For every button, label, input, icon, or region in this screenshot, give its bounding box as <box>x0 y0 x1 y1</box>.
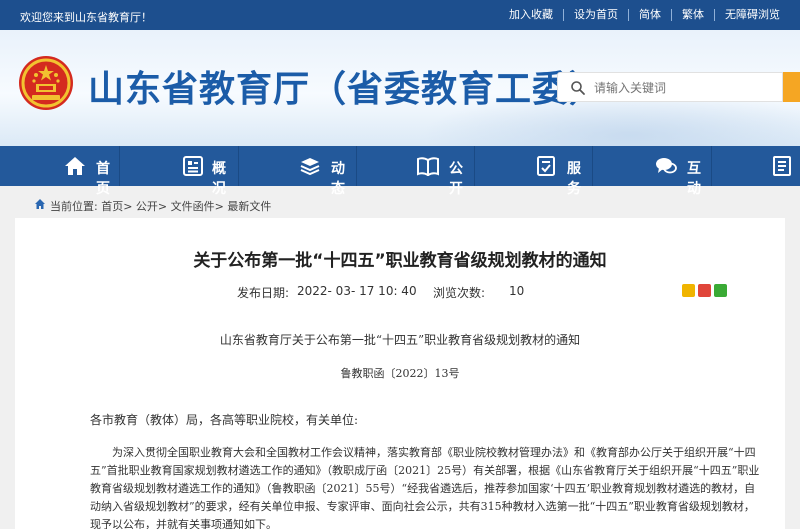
top-links: 加入收藏 设为首页 简体 繁体 无障碍浏览 <box>499 9 790 21</box>
welcome-text: 欢迎您来到山东省教育厅！ <box>20 11 152 24</box>
document-title: 山东省教育厅关于公布第一批“十四五”职业教育省级规划教材的通知 <box>219 333 581 347</box>
home-icon <box>65 157 85 175</box>
publish-date-label: 发布日期: <box>237 286 290 300</box>
nav-item-news[interactable]: 动态 <box>239 146 357 197</box>
traditional-chinese-link[interactable]: 繁体 <box>671 9 714 21</box>
more-icon <box>773 156 791 176</box>
article-title: 关于公布第一批“十四五”职业教育省级规划教材的通知 <box>193 251 607 271</box>
publish-date-value: 2022- 03- 17 10: 40 <box>297 284 417 298</box>
set-homepage-link[interactable]: 设为首页 <box>563 9 628 21</box>
overview-icon <box>183 156 203 176</box>
national-emblem-icon[interactable] <box>18 55 74 111</box>
document-number: 鲁教职函〔2022〕13号 <box>340 367 460 380</box>
search-icon <box>571 81 585 95</box>
salutation: 各市教育（教体）局，各高等职业院校，有关单位: <box>90 413 359 427</box>
nav-item-more[interactable] <box>712 146 800 186</box>
book-icon <box>417 157 439 176</box>
nav-item-public[interactable]: 公开 <box>357 146 475 197</box>
news-icon <box>300 158 320 176</box>
body-paragraph: 为深入贯彻全国职业教育大会和全国教材工作会议精神，落实教育部《职业院校教材管理办… <box>90 446 760 529</box>
share-qzone-icon[interactable] <box>682 284 695 297</box>
simplified-chinese-link[interactable]: 简体 <box>628 9 671 21</box>
chat-icon <box>656 158 677 174</box>
share-wechat-icon[interactable] <box>714 284 727 297</box>
nav-item-service[interactable]: 服务 <box>475 146 593 197</box>
nav-item-overview[interactable]: 概况 <box>120 146 239 197</box>
main-nav: 首页 概况 动态 公开 服务 互动 <box>0 146 800 197</box>
nav-item-interaction[interactable]: 互动 <box>593 146 712 197</box>
service-icon <box>537 156 555 176</box>
breadcrumb: 当前位置: 首页> 公开> 文件函件> 最新文件 <box>0 194 800 214</box>
share-weibo-icon[interactable] <box>698 284 711 297</box>
top-bar: 欢迎您来到山东省教育厅！ 加入收藏 设为首页 简体 繁体 无障碍浏览 <box>0 0 800 30</box>
view-count-value: 10 <box>509 284 525 298</box>
search-box[interactable] <box>557 72 783 102</box>
accessibility-link[interactable]: 无障碍浏览 <box>714 9 790 21</box>
nav-item-home[interactable]: 首页 <box>0 146 120 197</box>
article-panel: 关于公布第一批“十四五”职业教育省级规划教材的通知 发布日期: 2022- 03… <box>15 218 785 529</box>
view-count-label: 浏览次数: <box>433 286 486 300</box>
search-button[interactable] <box>783 72 800 102</box>
site-title[interactable]: 山东省教育厅（省委教育工委） <box>88 60 606 112</box>
add-favorite-link[interactable]: 加入收藏 <box>499 9 563 21</box>
breadcrumb-text[interactable]: 当前位置: 首页> 公开> 文件函件> 最新文件 <box>50 198 271 214</box>
location-home-icon <box>35 199 45 209</box>
site-header: 山东省教育厅（省委教育工委） <box>0 30 800 146</box>
search-input[interactable] <box>594 79 774 97</box>
